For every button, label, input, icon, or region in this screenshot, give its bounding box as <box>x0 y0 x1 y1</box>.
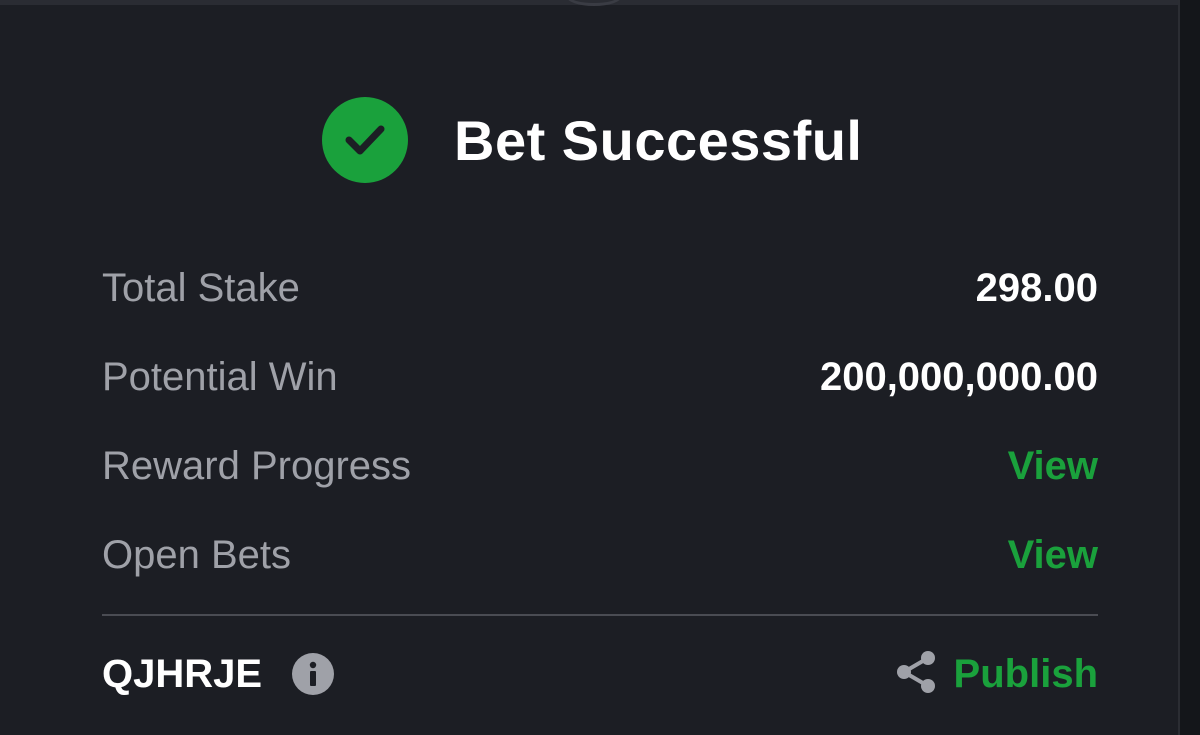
reward-progress-row: Reward Progress View <box>102 436 1098 496</box>
open-bets-row: Open Bets View <box>102 525 1098 585</box>
open-bets-label: Open Bets <box>102 532 292 577</box>
reward-progress-view-link[interactable]: View <box>1008 444 1098 489</box>
dialog-header: Bet Successful <box>322 96 863 184</box>
dialog-footer: QJHRJE Publish <box>102 644 1098 704</box>
dialog-title: Bet Successful <box>454 108 863 172</box>
divider <box>102 614 1098 616</box>
drag-handle[interactable] <box>566 0 622 6</box>
potential-win-value: 200,000,000.00 <box>819 354 1098 399</box>
booking-code: QJHRJE <box>102 651 263 696</box>
open-bets-view-link[interactable]: View <box>1008 533 1098 578</box>
publish-label: Publish <box>953 651 1098 696</box>
publish-button[interactable]: Publish <box>894 649 1098 700</box>
potential-win-label: Potential Win <box>102 354 338 399</box>
total-stake-row: Total Stake 298.00 <box>102 258 1098 318</box>
reward-progress-label: Reward Progress <box>102 443 412 488</box>
scrollbar-track[interactable] <box>1180 0 1200 735</box>
booking-code-group: QJHRJE <box>102 651 335 697</box>
info-icon[interactable] <box>292 653 335 695</box>
share-icon <box>894 649 938 700</box>
check-circle-icon <box>322 97 408 183</box>
total-stake-value: 298.00 <box>975 265 1098 310</box>
potential-win-row: Potential Win 200,000,000.00 <box>102 347 1098 407</box>
total-stake-label: Total Stake <box>102 265 300 310</box>
